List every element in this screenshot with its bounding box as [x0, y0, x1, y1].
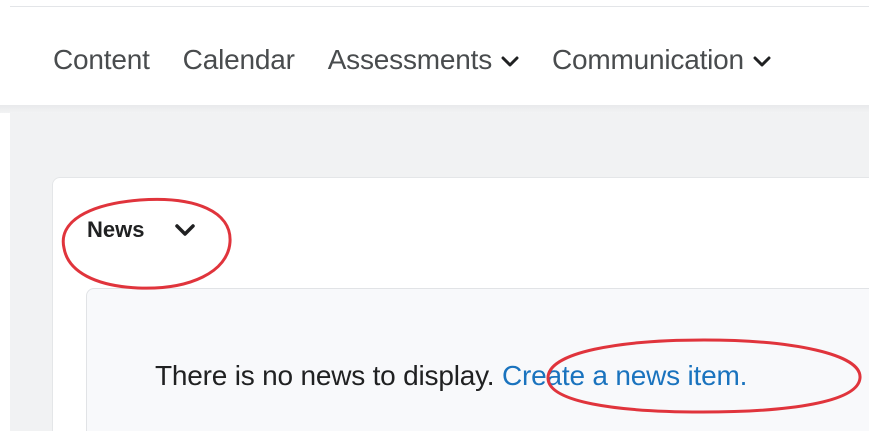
chevron-down-icon [501, 56, 519, 67]
nav-items: Content Calendar Assessments Communicati… [53, 43, 804, 77]
nav-item-label: Content [53, 44, 150, 75]
news-empty-message: There is no news to display. [155, 360, 495, 391]
nav-item-calendar[interactable]: Calendar [183, 43, 295, 77]
chevron-down-icon [753, 56, 771, 67]
chevron-down-icon[interactable] [174, 223, 196, 237]
news-widget-header[interactable]: News [87, 217, 196, 243]
news-empty-line: There is no news to display. Create a ne… [155, 360, 747, 392]
screenshot-frame: Content Calendar Assessments Communicati… [0, 0, 869, 431]
nav-item-label: Assessments [327, 44, 492, 75]
create-news-item-link[interactable]: Create a news item. [502, 360, 747, 391]
news-widget-title: News [87, 217, 145, 242]
nav-item-communication[interactable]: Communication [552, 43, 771, 77]
nav-item-label: Calendar [182, 44, 295, 75]
navbar-shadow [0, 105, 869, 113]
nav-item-content[interactable]: Content [53, 43, 150, 77]
nav-item-assessments[interactable]: Assessments [328, 43, 519, 77]
nav-item-label: Communication [552, 44, 744, 75]
course-navbar: Content Calendar Assessments Communicati… [0, 7, 869, 107]
